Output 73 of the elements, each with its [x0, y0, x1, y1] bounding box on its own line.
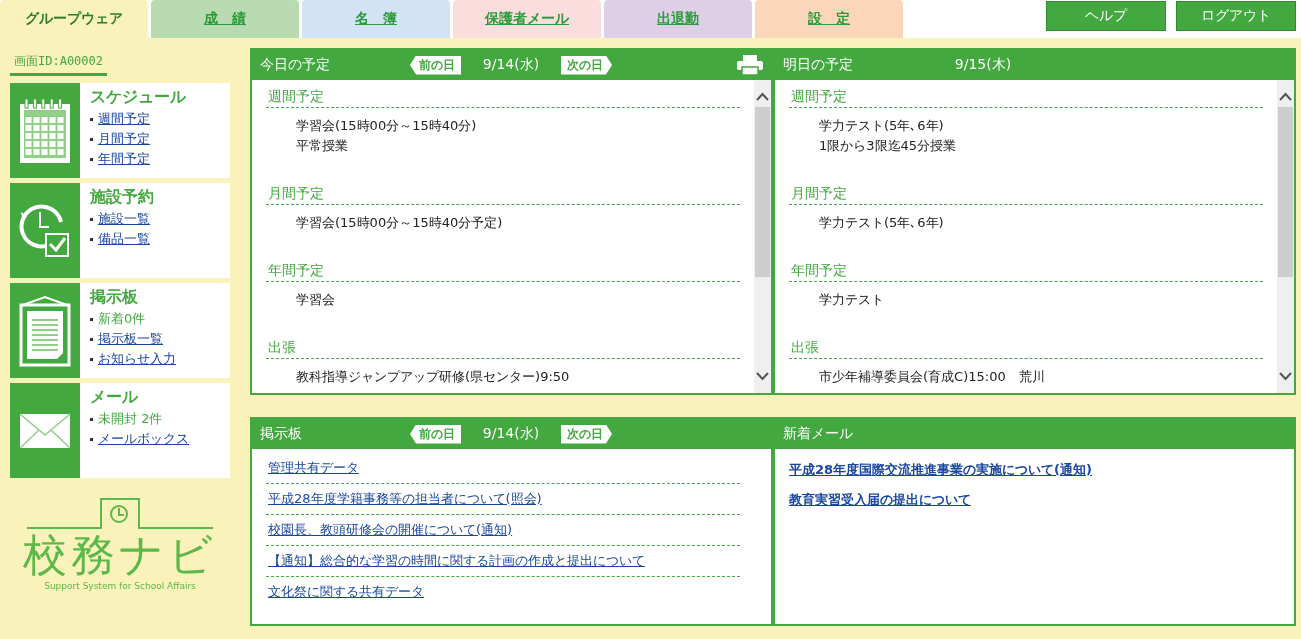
notice-board-icon: [19, 294, 71, 367]
menu-link[interactable]: 月間予定: [98, 129, 150, 149]
bullet-icon: [90, 417, 93, 421]
bullet-icon: [90, 137, 93, 141]
schedule-entry: 平常授業: [295, 137, 349, 155]
logo-title: 校務ナビ: [23, 529, 217, 581]
schedule-entry: 市少年補導委員会(育成C)15:00 荒川: [818, 368, 1046, 386]
section-heading: 出張: [266, 337, 740, 359]
section-heading: 年間予定: [789, 260, 1263, 282]
menu-link[interactable]: 備品一覧: [98, 229, 150, 249]
bulletin-link[interactable]: 【通知】総合的な学習の時間に関する計画の作成と提出について: [268, 553, 645, 568]
panel-title: 今日の予定: [260, 56, 331, 74]
printer-icon[interactable]: [737, 55, 763, 75]
date-label: 9/14(水): [481, 56, 541, 74]
menu-link[interactable]: 施設一覧: [98, 209, 150, 229]
calendar-icon: [19, 97, 71, 164]
nav-tab[interactable]: グループウェア: [0, 0, 148, 38]
schedule-entry: 教科指導ジャンプアップ研修(県センター)9:50: [295, 368, 571, 386]
chevron-up-icon[interactable]: [756, 92, 769, 101]
chevron-down-icon[interactable]: [756, 372, 769, 381]
menu-title: メール: [90, 387, 139, 408]
schedule-entry: 1限から3限迄45分授業: [818, 137, 958, 155]
section-heading: 月間予定: [789, 183, 1263, 205]
menu-count: 未開封 2件: [98, 410, 163, 428]
schedule-entry: 学力テスト(5年､6年): [818, 117, 945, 135]
envelope-icon: [19, 412, 71, 449]
scrollbar[interactable]: [1277, 80, 1294, 393]
logo-subtitle: Support System for School Affairs: [44, 581, 196, 591]
scrollbar-thumb[interactable]: [755, 107, 770, 277]
bullet-icon: [90, 357, 93, 361]
bullet-icon: [90, 157, 93, 161]
bullet-icon: [90, 217, 93, 221]
section-heading: 週間予定: [266, 86, 740, 108]
schedule-entry: 学習会(15時00分～15時40分): [295, 117, 478, 135]
schedule-entry: 学力テスト(5年､6年): [818, 214, 945, 232]
menu-link[interactable]: 年間予定: [98, 149, 150, 169]
schedule-entry: 学力テスト: [818, 291, 885, 309]
schedule-entry: 学習会: [295, 291, 336, 309]
date-label: 9/14(水): [481, 425, 541, 443]
chevron-down-icon[interactable]: [1279, 372, 1292, 381]
menu-link[interactable]: 掲示板一覧: [98, 329, 163, 349]
bulletin-link[interactable]: 管理共有データ: [268, 460, 359, 475]
section-heading: 週間予定: [789, 86, 1263, 108]
scrollbar-thumb[interactable]: [1278, 107, 1293, 277]
bulletin-link[interactable]: 平成28年度学籍事務等の担当者について(照会): [268, 491, 542, 506]
section-heading: 出張: [789, 337, 1263, 359]
section-heading: 年間予定: [266, 260, 740, 282]
menu-link[interactable]: お知らせ入力: [98, 349, 176, 369]
bullet-icon: [90, 317, 93, 321]
panel-title: 明日の予定: [783, 56, 854, 74]
date-label: 9/15(木): [953, 56, 1013, 74]
clock-checkbox-icon: [19, 201, 71, 260]
bullet-icon: [90, 117, 93, 121]
bullet-icon: [90, 337, 93, 341]
schedule-entry: 学習会(15時00分～15時40分予定): [295, 214, 504, 232]
panel-title: 新着メール: [783, 425, 854, 443]
bulletin-link[interactable]: 校園長、教頭研修会の開催について(通知): [268, 522, 513, 537]
menu-link[interactable]: 週間予定: [98, 109, 150, 129]
chevron-up-icon[interactable]: [1279, 92, 1292, 101]
screen-id: 画面ID:A00002: [10, 50, 108, 76]
mail-link[interactable]: 教育実習受入届の提出について: [789, 492, 971, 507]
mail-link[interactable]: 平成28年度国際交流推進事業の実施について(通知): [789, 462, 1092, 477]
bullet-icon: [90, 437, 93, 441]
menu-title: 施設予約: [90, 187, 154, 208]
scrollbar[interactable]: [754, 80, 771, 393]
menu-link[interactable]: メールボックス: [98, 429, 189, 449]
panel-title: 掲示板: [260, 425, 303, 443]
menu-title: 掲示板: [90, 287, 139, 308]
menu-count: 新着0件: [98, 310, 146, 328]
menu-title: スケジュール: [90, 87, 186, 108]
section-heading: 月間予定: [266, 183, 740, 205]
bulletin-link[interactable]: 文化祭に関する共有データ: [268, 584, 424, 599]
bullet-icon: [90, 237, 93, 241]
